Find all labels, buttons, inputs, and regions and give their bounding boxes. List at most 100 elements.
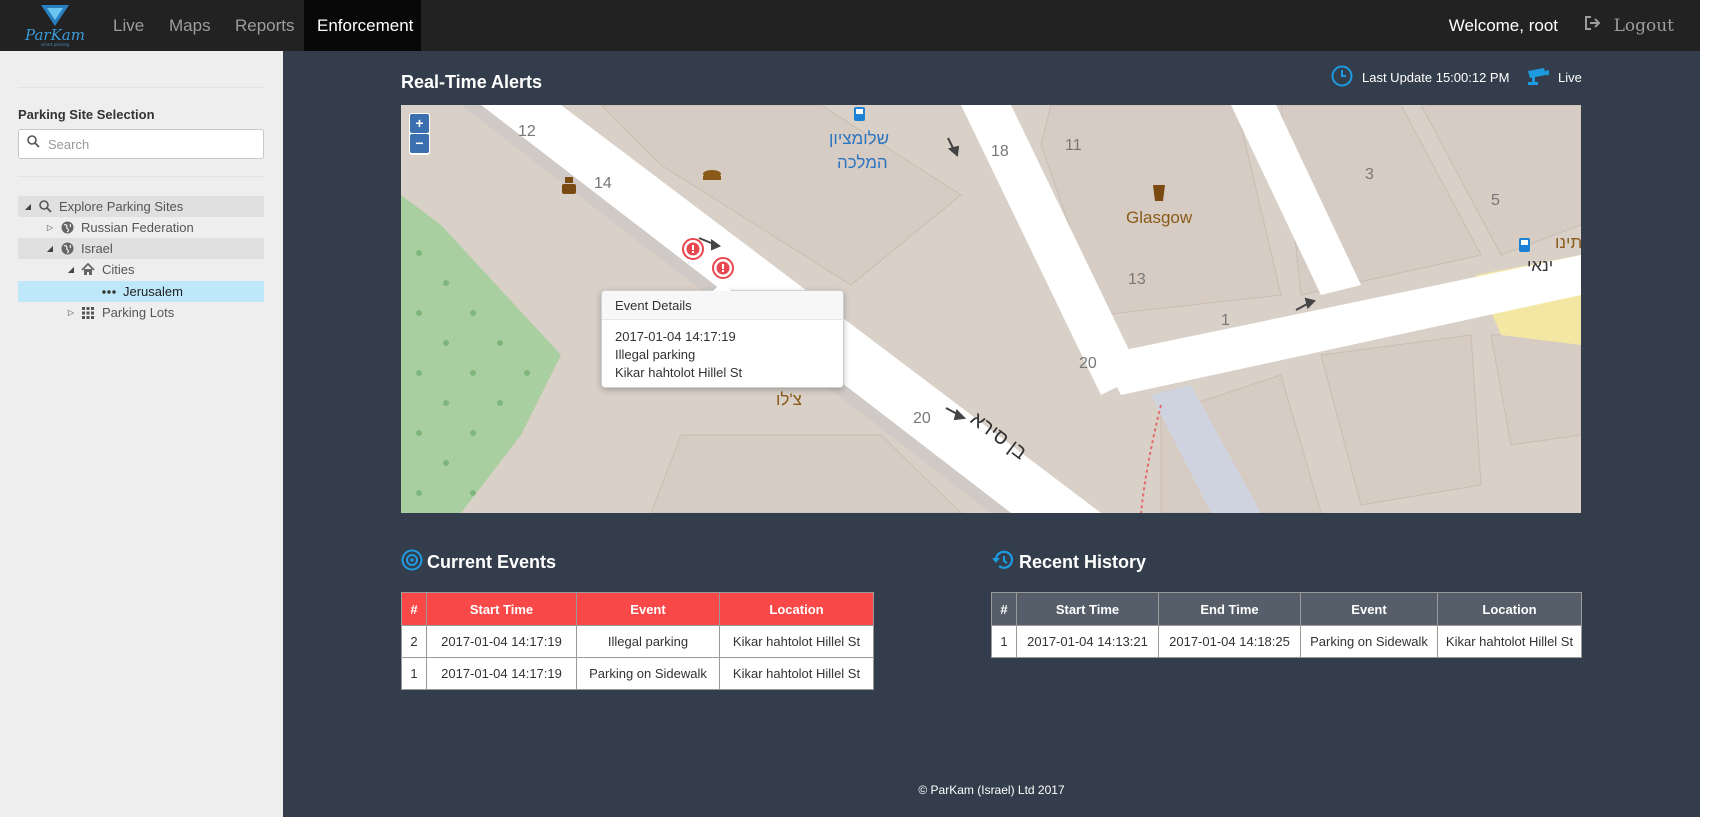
current-events-title: Current Events [427, 551, 557, 572]
tree-item-russian-federation[interactable]: ▷ Russian Federation [18, 217, 264, 238]
fast-food-icon [703, 170, 721, 180]
nav-maps[interactable]: Maps [156, 0, 224, 51]
recent-history-heading: Recent History [991, 550, 1146, 574]
alerts-map[interactable]: 12 14 18 11 3 5 13 1 20 20 שלומציון המלכ… [401, 105, 1581, 513]
recent-history-table: # Start Time End Time Event Location 1 2… [991, 592, 1582, 658]
nav-live[interactable]: Live [100, 0, 157, 51]
table-cell: Parking on Sidewalk [1300, 625, 1438, 658]
street-label: ינאי [1527, 256, 1554, 275]
tree-item-label: Russian Federation [81, 220, 194, 235]
recent-history-title: Recent History [1019, 551, 1147, 572]
camera-icon [1526, 66, 1550, 89]
map-label: 20 [1079, 355, 1097, 372]
table-cell: Kikar hahtolot Hillel St [1437, 625, 1582, 658]
clock-icon [1331, 65, 1353, 90]
tree-item-cities[interactable]: ◢ Cities [18, 259, 264, 280]
table-cell: Parking on Sidewalk [576, 657, 720, 690]
collapse-triangle-icon[interactable]: ◢ [23, 202, 33, 211]
search-icon [37, 200, 53, 214]
poi-label-glasgow: Glasgow [1126, 208, 1193, 227]
column-header[interactable]: Start Time [426, 592, 577, 626]
sidebar-divider [18, 176, 264, 177]
tree-item-label: Jerusalem [123, 284, 183, 299]
nav-reports[interactable]: Reports [222, 0, 308, 51]
map-label: 14 [594, 175, 612, 192]
table-cell: Illegal parking [576, 625, 720, 658]
sidebar-divider [18, 87, 264, 88]
popup-body: 2017-01-04 14:17:19 Illegal parking Kika… [602, 320, 843, 390]
column-header[interactable]: # [991, 592, 1017, 626]
popup-pointer [713, 282, 731, 291]
live-label: Live [1558, 69, 1582, 85]
search-box[interactable] [18, 129, 264, 159]
column-header[interactable]: Location [719, 592, 874, 626]
zoom-controls: + − [409, 113, 430, 155]
live-status[interactable]: Live [1526, 66, 1582, 88]
table-cell: 2017-01-04 14:17:19 [426, 657, 577, 690]
collapse-triangle-icon[interactable]: ◢ [66, 265, 76, 274]
table-header-row: # Start Time Event Location [401, 592, 874, 626]
logout-icon [1584, 15, 1602, 36]
tree-item-parking-lots[interactable]: ▷ Parking Lots [18, 302, 264, 323]
page-title: Real-Time Alerts [401, 72, 543, 92]
table-cell: 2017-01-04 14:18:25 [1158, 625, 1301, 658]
table-row[interactable]: 1 2017-01-04 14:17:19 Parking on Sidewal… [401, 657, 874, 690]
collapse-triangle-icon[interactable]: ◢ [45, 244, 55, 253]
table-row[interactable]: 2 2017-01-04 14:17:19 Illegal parking Ki… [401, 625, 874, 658]
table-cell: 2017-01-04 14:13:21 [1016, 625, 1159, 658]
tree-item-jerusalem[interactable]: Jerusalem [18, 281, 264, 302]
column-header[interactable]: # [401, 592, 427, 626]
last-update-text: Last Update 15:00:12 PM [1362, 69, 1510, 85]
svg-text:smart parking: smart parking [41, 42, 70, 47]
column-header[interactable]: Event [1300, 592, 1438, 626]
logout-label: Logout [1613, 15, 1674, 36]
last-update-status: Last Update 15:00:12 PM [1331, 65, 1510, 90]
home-icon [80, 263, 96, 277]
bus-stop-label: המלכה [837, 153, 888, 172]
globe-icon [59, 221, 75, 235]
map-label: 3 [1365, 166, 1374, 183]
footer-copyright: © ParKam (Israel) Ltd 2017 [918, 783, 1065, 797]
map-label: 11 [1065, 137, 1082, 154]
table-cell: 2 [401, 625, 427, 658]
sidebar-title: Parking Site Selection [18, 107, 155, 122]
column-header[interactable]: Event [576, 592, 720, 626]
welcome-text: Welcome, root [1448, 16, 1558, 35]
column-header[interactable]: End Time [1158, 592, 1301, 626]
grid-icon [80, 306, 96, 320]
pub-icon [1153, 185, 1165, 201]
nav-enforcement[interactable]: Enforcement [304, 0, 421, 51]
popup-location: Kikar hahtolot Hillel St [615, 365, 743, 380]
globe-icon [59, 242, 75, 256]
alert-marker-icon[interactable] [682, 238, 704, 265]
table-cell: 1 [991, 625, 1017, 658]
map-label: 12 [518, 123, 536, 140]
table-row[interactable]: 1 2017-01-04 14:13:21 2017-01-04 14:18:2… [991, 625, 1582, 658]
popup-title: Event Details [602, 291, 843, 320]
alert-marker-icon[interactable] [712, 257, 734, 284]
site-search-input[interactable] [46, 135, 246, 153]
table-cell: 1 [401, 657, 427, 690]
history-icon [991, 549, 1019, 576]
expand-triangle-icon[interactable]: ▷ [66, 308, 76, 317]
table-header-row: # Start Time End Time Event Location [991, 592, 1582, 626]
tree-item-label: Parking Lots [102, 305, 175, 320]
search-icon [27, 135, 40, 153]
zoom-in-button[interactable]: + [410, 114, 429, 133]
tree-item-label: Explore Parking Sites [59, 199, 184, 214]
sidebar: Parking Site Selection ◢ Explore Parking… [0, 51, 283, 817]
tree-item-israel[interactable]: ◢ Israel [18, 238, 264, 259]
parkam-logo[interactable]: ParKam smart parking [22, 2, 88, 48]
target-icon [401, 549, 427, 576]
tree-item-label: Cities [102, 262, 135, 277]
tree-item-explore-parking-sites[interactable]: ◢ Explore Parking Sites [18, 196, 264, 217]
zoom-out-button[interactable]: − [410, 134, 429, 153]
table-cell: Kikar hahtolot Hillel St [719, 657, 874, 690]
column-header[interactable]: Location [1437, 592, 1582, 626]
column-header[interactable]: Start Time [1016, 592, 1159, 626]
logout-button[interactable]: Logout [1584, 0, 1674, 51]
expand-triangle-icon[interactable]: ▷ [45, 223, 55, 232]
map-tiles [401, 105, 1581, 513]
map-label: 20 [913, 410, 931, 427]
bus-stop-label: שלומציון [829, 129, 890, 148]
